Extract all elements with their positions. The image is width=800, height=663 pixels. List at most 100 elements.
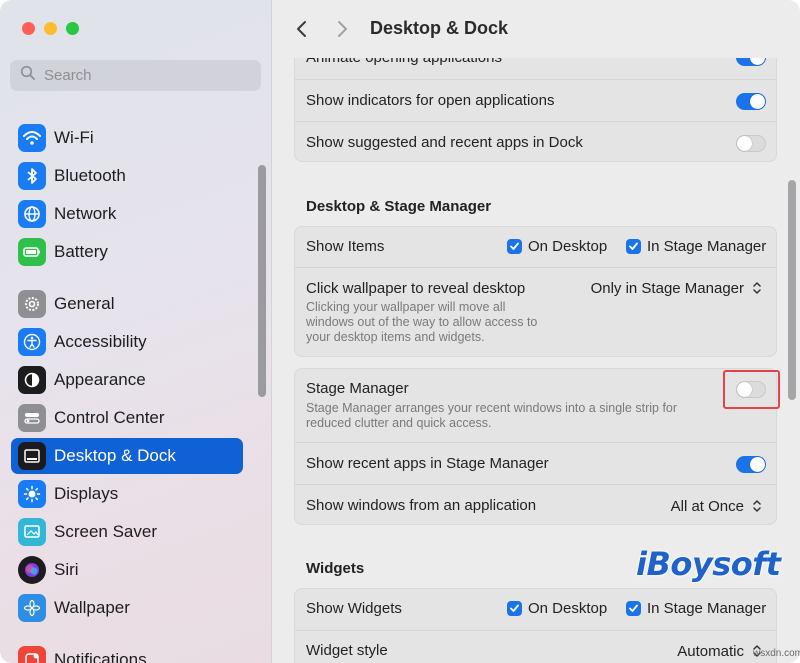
stage-manager-group: Stage Manager Stage Manager arranges you… (294, 368, 777, 525)
sidebar-item-bluetooth[interactable]: Bluetooth (11, 158, 243, 194)
checkmark-icon (507, 239, 522, 254)
indicators-row: Show indicators for open applications (295, 79, 776, 121)
click-wallpaper-desc-1: Clicking your wallpaper will move all (306, 300, 506, 314)
sidebar-item-notifications[interactable]: Notifications (11, 642, 243, 663)
forward-button[interactable] (330, 17, 354, 41)
on-desktop-checkbox[interactable]: On Desktop (507, 238, 607, 255)
minimize-window-button[interactable] (44, 22, 57, 35)
sidebar-item-control-center[interactable]: Control Center (11, 400, 243, 436)
back-button[interactable] (290, 17, 314, 41)
search-input[interactable]: Search (10, 60, 261, 91)
indicators-toggle[interactable] (736, 93, 766, 110)
widget-style-value: Automatic (677, 642, 744, 660)
widget-style-label: Widget style (306, 642, 388, 659)
siri-icon (18, 556, 46, 584)
stage-manager-row: Stage Manager Stage Manager arranges you… (295, 369, 776, 442)
zoom-window-button[interactable] (66, 22, 79, 35)
click-wallpaper-select[interactable]: Only in Stage Manager (591, 279, 764, 297)
sidebar-item-wifi[interactable]: Wi-Fi (11, 120, 243, 156)
sidebar-item-label: Wi-Fi (54, 128, 94, 147)
sidebar-item-label: Appearance (54, 370, 146, 389)
bluetooth-icon (18, 162, 46, 190)
widget-style-select[interactable]: Automatic (677, 642, 764, 660)
recent-apps-toggle[interactable] (736, 456, 766, 473)
updown-chevron-icon (750, 497, 764, 515)
sidebar-item-label: Wallpaper (54, 598, 130, 617)
sidebar-item-desktop-dock[interactable]: Desktop & Dock (11, 438, 243, 474)
sidebar-item-label: Battery (54, 242, 108, 261)
sidebar-item-label: Desktop & Dock (54, 446, 176, 465)
animate-toggle[interactable] (736, 58, 766, 66)
click-wallpaper-row: Click wallpaper to reveal desktop Clicki… (295, 267, 776, 358)
recent-apps-label: Show recent apps in Stage Manager (306, 455, 549, 472)
search-placeholder: Search (44, 67, 92, 84)
sidebar-item-accessibility[interactable]: Accessibility (11, 324, 243, 360)
sidebar-item-siri[interactable]: Siri (11, 552, 243, 588)
gear-icon (18, 290, 46, 318)
show-items-label: Show Items (306, 238, 385, 255)
checkmark-icon (507, 601, 522, 616)
desktop-stage-group: Show Items On Desktop In Stage Manager C… (294, 226, 777, 357)
screen-saver-icon (18, 518, 46, 546)
show-widgets-label: Show Widgets (306, 600, 402, 617)
sidebar-item-screen-saver[interactable]: Screen Saver (11, 514, 243, 550)
site-watermark: wsxdn.com (753, 648, 800, 659)
sidebar-scrollbar[interactable] (258, 165, 266, 397)
show-windows-row: Show windows from an application All at … (295, 484, 776, 526)
widgets-on-desktop-label: On Desktop (528, 600, 608, 617)
stage-manager-label: Stage Manager (306, 380, 409, 397)
sidebar: Search Wi-Fi Bluetooth Network Battery G… (0, 0, 272, 663)
widget-style-row: Widget style Automatic (295, 630, 776, 663)
page-title: Desktop & Dock (370, 18, 509, 38)
battery-icon (18, 238, 46, 266)
sidebar-item-appearance[interactable]: Appearance (11, 362, 243, 398)
widgets-in-stage-manager-checkbox[interactable]: In Stage Manager (626, 600, 766, 617)
sidebar-item-label: Notifications (54, 650, 147, 663)
stage-manager-highlight-box (723, 370, 780, 409)
in-stage-manager-checkbox[interactable]: In Stage Manager (626, 238, 766, 255)
sidebar-item-label: Displays (54, 484, 119, 503)
click-wallpaper-value: Only in Stage Manager (590, 279, 744, 297)
show-windows-select[interactable]: All at Once (671, 497, 764, 515)
show-widgets-row: Show Widgets On Desktop In Stage Manager (295, 589, 776, 630)
animate-row: Animate opening applications (295, 58, 776, 79)
indicators-label: Show indicators for open applications (306, 92, 555, 109)
chevron-left-icon (297, 21, 306, 37)
main-scrollbar[interactable] (788, 180, 796, 400)
suggested-row: Show suggested and recent apps in Dock (295, 121, 776, 163)
click-wallpaper-desc-2: windows out of the way to allow access t… (306, 315, 538, 329)
click-wallpaper-label: Click wallpaper to reveal desktop (306, 280, 526, 297)
sidebar-item-displays[interactable]: Displays (11, 476, 243, 512)
stage-manager-desc-1: Stage Manager arranges your recent windo… (306, 401, 678, 415)
sidebar-item-wallpaper[interactable]: Wallpaper (11, 590, 243, 626)
sidebar-item-network[interactable]: Network (11, 196, 243, 232)
suggested-toggle[interactable] (736, 135, 766, 152)
settings-window: Search Wi-Fi Bluetooth Network Battery G… (0, 0, 800, 663)
sidebar-item-label: General (54, 294, 115, 313)
suggested-label: Show suggested and recent apps in Dock (306, 134, 583, 151)
sidebar-item-battery[interactable]: Battery (11, 234, 243, 270)
checkmark-icon (626, 601, 641, 616)
show-windows-value: All at Once (670, 497, 744, 515)
widgets-on-desktop-checkbox[interactable]: On Desktop (507, 600, 607, 617)
control-center-icon (18, 404, 46, 432)
search-icon (20, 65, 36, 86)
sidebar-item-label: Accessibility (54, 332, 147, 351)
desktop-dock-icon (18, 442, 46, 470)
toolbar: Desktop & Dock (272, 0, 800, 58)
sidebar-item-general[interactable]: General (11, 286, 243, 322)
sidebar-item-label: Screen Saver (54, 522, 157, 541)
widgets-in-stage-manager-label: In Stage Manager (647, 600, 767, 617)
accessibility-icon (18, 328, 46, 356)
show-windows-label: Show windows from an application (306, 497, 537, 514)
sidebar-item-label: Siri (54, 560, 79, 579)
flower-icon (18, 594, 46, 622)
animate-label: Animate opening applications (306, 58, 502, 66)
close-window-button[interactable] (22, 22, 35, 35)
wifi-icon (18, 124, 46, 152)
sidebar-item-label: Network (54, 204, 117, 223)
chevron-right-icon (338, 21, 347, 37)
widgets-group: Show Widgets On Desktop In Stage Manager… (294, 588, 777, 663)
sun-icon (18, 480, 46, 508)
globe-icon (18, 200, 46, 228)
